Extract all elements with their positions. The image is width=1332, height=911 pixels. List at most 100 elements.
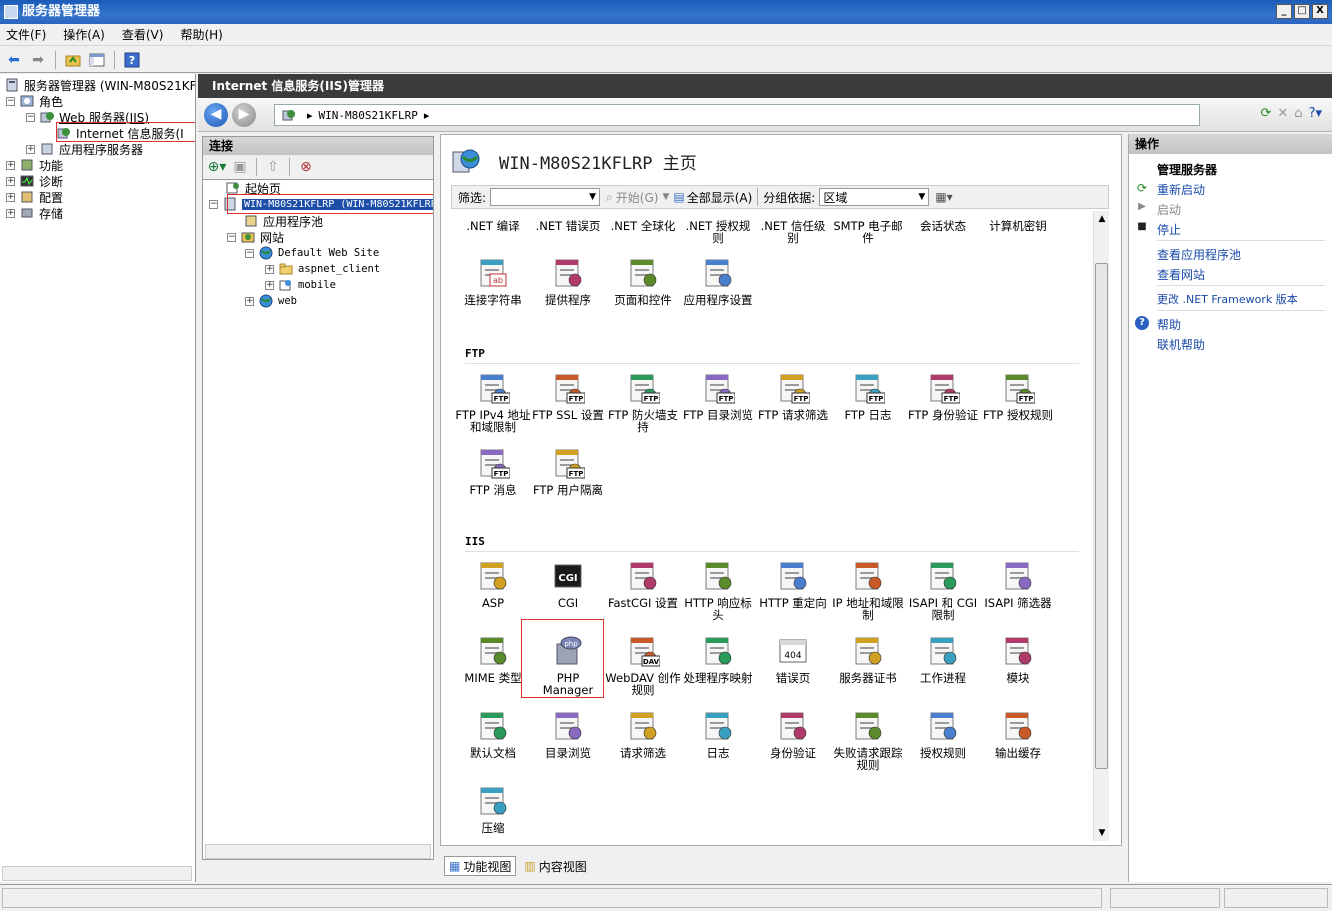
minimize-button[interactable]: _ xyxy=(1276,4,1292,19)
menu-view[interactable]: 查看(V) xyxy=(122,26,164,43)
conn-app-pools[interactable]: 应用程序池 xyxy=(243,213,323,229)
expand-icon[interactable]: + xyxy=(245,296,254,306)
feature-iis-row2-6[interactable]: 工作进程 xyxy=(905,634,981,684)
feature-iis-row1-0[interactable]: ASP xyxy=(455,559,531,609)
feature-ftp-row2-1[interactable]: FTP FTP 用户隔离 xyxy=(530,446,606,496)
feature-ftp-row1-7[interactable]: FTP FTP 授权规则 xyxy=(980,371,1056,421)
conn-mobile[interactable]: + mobile xyxy=(265,277,336,293)
disconnect-icon[interactable]: ⊗ xyxy=(296,157,316,177)
feature-iis-row1-7[interactable]: ISAPI 筛选器 xyxy=(980,559,1056,609)
tree-diagnostics[interactable]: + 诊断 xyxy=(6,173,63,189)
conn-aspnet-client[interactable]: + aspnet_client xyxy=(265,261,380,277)
show-all-icon[interactable]: ▤ xyxy=(673,190,684,204)
tree-root[interactable]: 服务器管理器 (WIN-M80S21KFLR xyxy=(4,77,195,93)
feature-ftp-row2-0[interactable]: FTP FTP 消息 xyxy=(455,446,531,496)
connections-scrollbar[interactable] xyxy=(205,844,431,859)
view-sites-link[interactable]: 查看网站 xyxy=(1157,266,1205,283)
address-path[interactable]: WIN-M80S21KFLRP xyxy=(319,109,418,122)
scroll-down-icon[interactable]: ▼ xyxy=(1094,825,1110,841)
feature-iis-row3-7[interactable]: 输出缓存 xyxy=(980,709,1056,759)
feature-aspnet-row2-3[interactable]: 应用程序设置 xyxy=(680,256,756,306)
menu-help[interactable]: 帮助(H) xyxy=(180,26,222,43)
feature-partial-row-4[interactable]: .NET 信任级别 xyxy=(755,220,831,244)
expand-icon[interactable]: + xyxy=(265,280,274,290)
feature-iis-row2-4[interactable]: 404 错误页 xyxy=(755,634,831,684)
feature-aspnet-row2-2[interactable]: 页面和控件 xyxy=(605,256,681,306)
expand-icon[interactable]: + xyxy=(6,176,15,186)
tree-features[interactable]: + 功能 xyxy=(6,157,63,173)
feature-ftp-row1-6[interactable]: FTP FTP 身份验证 xyxy=(905,371,981,421)
connect-globe-icon[interactable]: ⊕▾ xyxy=(207,157,227,177)
feature-partial-row-6[interactable]: 会话状态 xyxy=(905,220,981,232)
feature-iis-row2-3[interactable]: 处理程序映射 xyxy=(680,634,756,684)
feature-iis-row2-7[interactable]: 模块 xyxy=(980,634,1056,684)
feature-iis-row1-4[interactable]: HTTP 重定向 xyxy=(755,559,831,609)
feature-iis-row3-2[interactable]: 请求筛选 xyxy=(605,709,681,759)
stop-icon[interactable]: ✕ xyxy=(1277,106,1288,121)
collapse-icon[interactable]: − xyxy=(26,112,35,122)
start-link[interactable]: 启动 xyxy=(1157,201,1181,218)
conn-sites[interactable]: − 网站 xyxy=(227,229,284,245)
view-mode-icon[interactable]: ▦▾ xyxy=(935,190,952,204)
tree-storage[interactable]: + 存储 xyxy=(6,205,63,221)
change-framework-link[interactable]: 更改 .NET Framework 版本 xyxy=(1157,291,1298,307)
feature-partial-row-3[interactable]: .NET 授权规则 xyxy=(680,220,756,244)
back-arrow-icon[interactable]: ⬅ xyxy=(4,50,24,70)
stop-link[interactable]: 停止 xyxy=(1157,221,1181,238)
feature-iis-row1-2[interactable]: FastCGI 设置 xyxy=(605,559,681,609)
up-level-icon[interactable]: ⇧ xyxy=(263,157,283,177)
collapse-icon[interactable]: − xyxy=(6,96,15,106)
collapse-icon[interactable]: − xyxy=(227,232,236,242)
expand-icon[interactable]: + xyxy=(26,144,35,154)
feature-iis-row2-2[interactable]: DAV WebDAV 创作规则 xyxy=(605,634,681,696)
dropdown-arrow-icon[interactable]: ▼ xyxy=(662,192,669,202)
collapse-icon[interactable]: − xyxy=(245,248,254,258)
feature-ftp-row1-4[interactable]: FTP FTP 请求筛选 xyxy=(755,371,831,421)
help-link[interactable]: 帮助 xyxy=(1157,316,1181,333)
feature-ftp-row1-1[interactable]: FTP FTP SSL 设置 xyxy=(530,371,606,421)
feature-iis-row3-0[interactable]: 默认文档 xyxy=(455,709,531,759)
feature-ftp-row1-5[interactable]: FTP FTP 日志 xyxy=(830,371,906,421)
refresh-icon[interactable]: ⟳ xyxy=(1260,106,1271,121)
close-button[interactable]: X xyxy=(1312,4,1328,19)
maximize-button[interactable]: □ xyxy=(1294,4,1310,19)
tree-configuration[interactable]: + 配置 xyxy=(6,189,63,205)
feature-iis-row2-5[interactable]: 服务器证书 xyxy=(830,634,906,684)
home-icon[interactable]: ⌂ xyxy=(1294,106,1302,121)
feature-ftp-row1-3[interactable]: FTP FTP 目录浏览 xyxy=(680,371,756,421)
feature-partial-row-5[interactable]: SMTP 电子邮件 xyxy=(830,220,906,244)
feature-iis-row3-3[interactable]: 日志 xyxy=(680,709,756,759)
save-icon[interactable]: ▣ xyxy=(230,157,250,177)
scroll-up-icon[interactable]: ▲ xyxy=(1094,211,1110,227)
tree-roles[interactable]: − 角色 xyxy=(6,93,63,109)
restart-link[interactable]: 重新启动 xyxy=(1157,181,1205,198)
feature-iis-row3-5[interactable]: 失败请求跟踪规则 xyxy=(830,709,906,771)
back-button[interactable]: ◀ xyxy=(204,103,228,127)
feature-iis-row3-1[interactable]: 目录浏览 xyxy=(530,709,606,759)
expand-icon[interactable]: + xyxy=(6,160,15,170)
collapse-icon[interactable]: − xyxy=(209,199,218,209)
conn-web[interactable]: + web xyxy=(245,293,297,309)
feature-iis-row1-5[interactable]: IP 地址和域限制 xyxy=(830,559,906,621)
show-hide-console-icon[interactable] xyxy=(87,50,107,70)
left-tree-scrollbar[interactable] xyxy=(2,866,192,881)
menu-action[interactable]: 操作(A) xyxy=(63,26,105,43)
feature-ftp-row1-2[interactable]: FTP FTP 防火墙支持 xyxy=(605,371,681,433)
conn-default-site[interactable]: − Default Web Site xyxy=(245,245,379,261)
help-dropdown-icon[interactable]: ?▾ xyxy=(1309,106,1322,121)
scroll-thumb[interactable] xyxy=(1095,263,1108,769)
forward-arrow-icon[interactable]: ➡ xyxy=(28,50,48,70)
address-separator[interactable]: ▸ xyxy=(424,109,430,122)
feature-partial-row-2[interactable]: .NET 全球化 xyxy=(605,220,681,232)
help-icon[interactable]: ? xyxy=(122,50,142,70)
group-by-select[interactable]: 区域 ▼ xyxy=(819,188,930,206)
filter-input[interactable]: ▼ xyxy=(490,188,601,206)
feature-partial-row-1[interactable]: .NET 错误页 xyxy=(530,220,606,232)
feature-iis-row1-6[interactable]: ISAPI 和 CGI 限制 xyxy=(905,559,981,621)
feature-partial-row-0[interactable]: .NET 编译 xyxy=(455,220,531,232)
binoculars-icon[interactable]: ⌕ xyxy=(606,190,613,205)
tree-app-server[interactable]: + 应用程序服务器 xyxy=(26,141,143,157)
address-bar[interactable]: ▸ WIN-M80S21KFLRP ▸ xyxy=(274,104,1200,126)
start-filter-button[interactable]: 开始(G) xyxy=(616,189,659,206)
view-app-pools-link[interactable]: 查看应用程序池 xyxy=(1157,246,1241,263)
